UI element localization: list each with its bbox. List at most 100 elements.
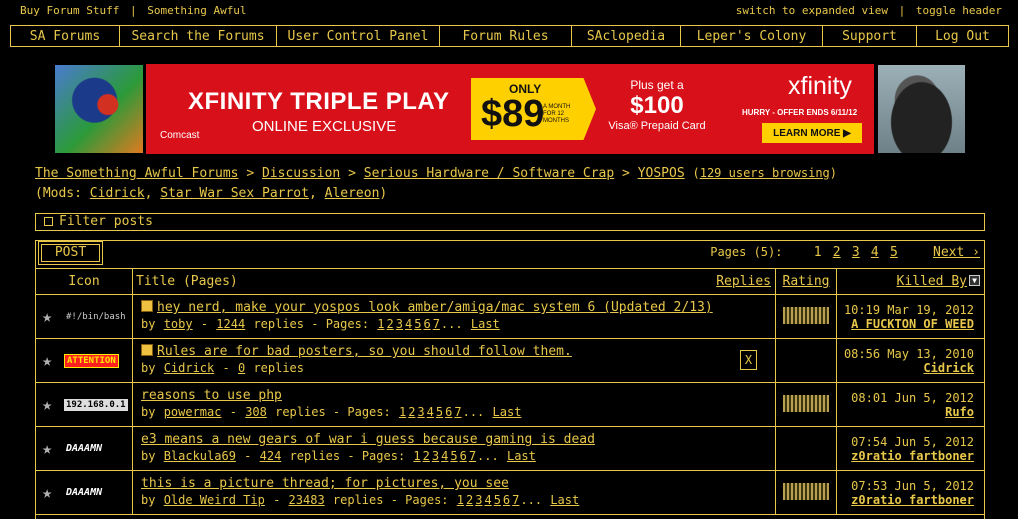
page-link[interactable]: 3 [852, 245, 860, 260]
xfinity-ad-banner[interactable]: XFINITY TRIPLE PLAY ONLINE EXCLUSIVE Com… [146, 64, 874, 154]
thread-row: ★ DAAAMN this is a picture thread; for p… [35, 470, 985, 515]
thread-page-link[interactable]: 6 [445, 405, 452, 419]
thread-last-page-link[interactable]: Last [471, 317, 500, 331]
mod-link[interactable]: Star War Sex Parrot [160, 186, 309, 201]
thread-page-link[interactable]: 3 [396, 317, 403, 331]
thread-page-link[interactable]: 2 [387, 317, 394, 331]
bookmark-star-icon[interactable]: ★ [42, 351, 62, 371]
thread-page-link[interactable]: 5 [494, 493, 501, 507]
last-poster-link[interactable]: z0ratio fartboner [851, 449, 974, 463]
nav-saclopedia[interactable]: SAclopedia [572, 26, 681, 46]
thread-author-link[interactable]: powermac [164, 405, 222, 419]
users-browsing-link[interactable]: 129 users browsing [700, 166, 830, 180]
thread-replies-link[interactable]: 308 [245, 405, 267, 419]
thread-page-link[interactable]: 1 [457, 493, 464, 507]
page-link[interactable]: 2 [833, 245, 841, 260]
thread-page-link[interactable]: 1 [413, 449, 420, 463]
post-button[interactable]: POST [38, 241, 103, 265]
killed-by-sort-link[interactable]: Killed By [897, 274, 967, 289]
toggle-header-link[interactable]: toggle header [916, 4, 1002, 17]
thread-page-link[interactable]: 1 [377, 317, 384, 331]
breadcrumb-sa-forums[interactable]: The Something Awful Forums [35, 166, 239, 181]
thread-page-link[interactable]: 2 [423, 449, 430, 463]
buy-forum-stuff-link[interactable]: Buy Forum Stuff [20, 4, 119, 17]
something-awful-link[interactable]: Something Awful [147, 4, 246, 17]
thread-last-page-link[interactable]: Last [493, 405, 522, 419]
ad-learn-more-button[interactable]: LEARN MORE ▶ [762, 123, 862, 143]
thread-page-link[interactable]: 2 [408, 405, 415, 419]
breadcrumb-discussion[interactable]: Discussion [262, 166, 340, 181]
thread-page-link[interactable]: 1 [399, 405, 406, 419]
thread-page-link[interactable]: 5 [414, 317, 421, 331]
column-header-killed-by: Killed By ▼ [836, 268, 985, 295]
thread-page-link[interactable]: 5 [436, 405, 443, 419]
last-post-time: 10:19 Mar 19, 2012 [843, 303, 974, 317]
ad-bonus-amount: $100 [630, 92, 684, 119]
nav-log-out[interactable]: Log Out [917, 26, 1008, 46]
close-thread-button[interactable]: X [740, 350, 757, 370]
thread-page-link[interactable]: 7 [512, 493, 519, 507]
thread-last-page-link[interactable]: Last [550, 493, 579, 507]
thread-title-link[interactable]: hey nerd, make your yospos look amber/am… [157, 300, 713, 315]
thread-title-link[interactable]: e3 means a new gears of war i guess beca… [141, 432, 595, 447]
nav-search-forums[interactable]: Search the Forums [120, 26, 277, 46]
last-poster-link[interactable]: Rufo [945, 405, 974, 419]
thread-page-link[interactable]: 6 [503, 493, 510, 507]
thread-page-link[interactable]: 7 [469, 449, 476, 463]
mod-link[interactable]: Cidrick [90, 186, 145, 201]
thread-author-link[interactable]: toby [164, 317, 193, 331]
thread-last-page-link[interactable]: Last [507, 449, 536, 463]
thread-replies-link[interactable]: 23483 [289, 493, 325, 507]
thread-title-link[interactable]: reasons to use php [141, 388, 282, 403]
bookmark-star-icon[interactable]: ★ [42, 483, 62, 503]
nav-sa-forums[interactable]: SA Forums [11, 26, 120, 46]
nav-lepers-colony[interactable]: Leper's Colony [681, 26, 823, 46]
thread-page-link[interactable]: 4 [441, 449, 448, 463]
thread-author-link[interactable]: Olde Weird Tip [164, 493, 265, 507]
filter-posts-bar[interactable]: Filter posts [35, 213, 985, 231]
bookmark-star-icon[interactable]: ★ [42, 439, 62, 459]
replies-sort-link[interactable]: Replies [716, 274, 771, 289]
thread-author-link[interactable]: Blackula69 [164, 449, 236, 463]
nav-support[interactable]: Support [823, 26, 917, 46]
thread-page-link[interactable]: 7 [433, 317, 440, 331]
bookmark-star-icon[interactable]: ★ [42, 395, 62, 415]
thread-author-link[interactable]: Cidrick [164, 361, 215, 375]
bookmark-star-icon[interactable]: ★ [42, 307, 62, 327]
thread-title-link[interactable]: this is a picture thread; for pictures, … [141, 476, 509, 491]
last-poster-link[interactable]: A FUCKTON OF WEED [851, 317, 974, 331]
thread-page-link[interactable]: 5 [450, 449, 457, 463]
nav-user-control-panel[interactable]: User Control Panel [277, 26, 440, 46]
thread-page-link[interactable]: 6 [423, 317, 430, 331]
expanded-view-link[interactable]: switch to expanded view [736, 4, 888, 17]
last-poster-link[interactable]: z0ratio fartboner [851, 493, 974, 507]
mod-link[interactable]: Alereon [325, 186, 380, 201]
thread-page-link[interactable]: 4 [427, 405, 434, 419]
thread-page-link[interactable]: 4 [484, 493, 491, 507]
thread-page-link[interactable]: 3 [475, 493, 482, 507]
thread-page-link[interactable]: 3 [432, 449, 439, 463]
next-page-link[interactable]: Next › [933, 245, 980, 260]
thread-row: ★ 192.168.0.1 reasons to use php by powe… [35, 382, 985, 427]
thread-title-link[interactable]: Rules are for bad posters, so you should… [157, 344, 572, 359]
thread-page-link[interactable]: 7 [454, 405, 461, 419]
rating-sort-link[interactable]: Rating [783, 274, 830, 289]
page-link[interactable]: 4 [871, 245, 879, 260]
thread-page-link[interactable]: 4 [405, 317, 412, 331]
thread-replies-link[interactable]: 1244 [216, 317, 245, 331]
thread-replies-link[interactable]: 0 [238, 361, 245, 375]
thread-replies-link[interactable]: 424 [260, 449, 282, 463]
nav-forum-rules[interactable]: Forum Rules [440, 26, 572, 46]
breadcrumb-yospos[interactable]: YOSPOS [638, 166, 685, 181]
expand-checkbox-icon[interactable] [44, 217, 53, 226]
pagination: Pages (5): 1 2 3 4 5 Next › [710, 245, 980, 260]
sort-down-icon[interactable]: ▼ [969, 275, 980, 286]
last-poster-link[interactable]: Cidrick [923, 361, 974, 375]
pages-label: Pages (5): [710, 245, 783, 259]
thread-page-link[interactable]: 6 [460, 449, 467, 463]
page-link[interactable]: 1 [814, 245, 822, 260]
thread-page-link[interactable]: 3 [417, 405, 424, 419]
breadcrumb-shsc[interactable]: Serious Hardware / Software Crap [364, 166, 614, 181]
thread-page-link[interactable]: 2 [466, 493, 473, 507]
page-link[interactable]: 5 [890, 245, 898, 260]
